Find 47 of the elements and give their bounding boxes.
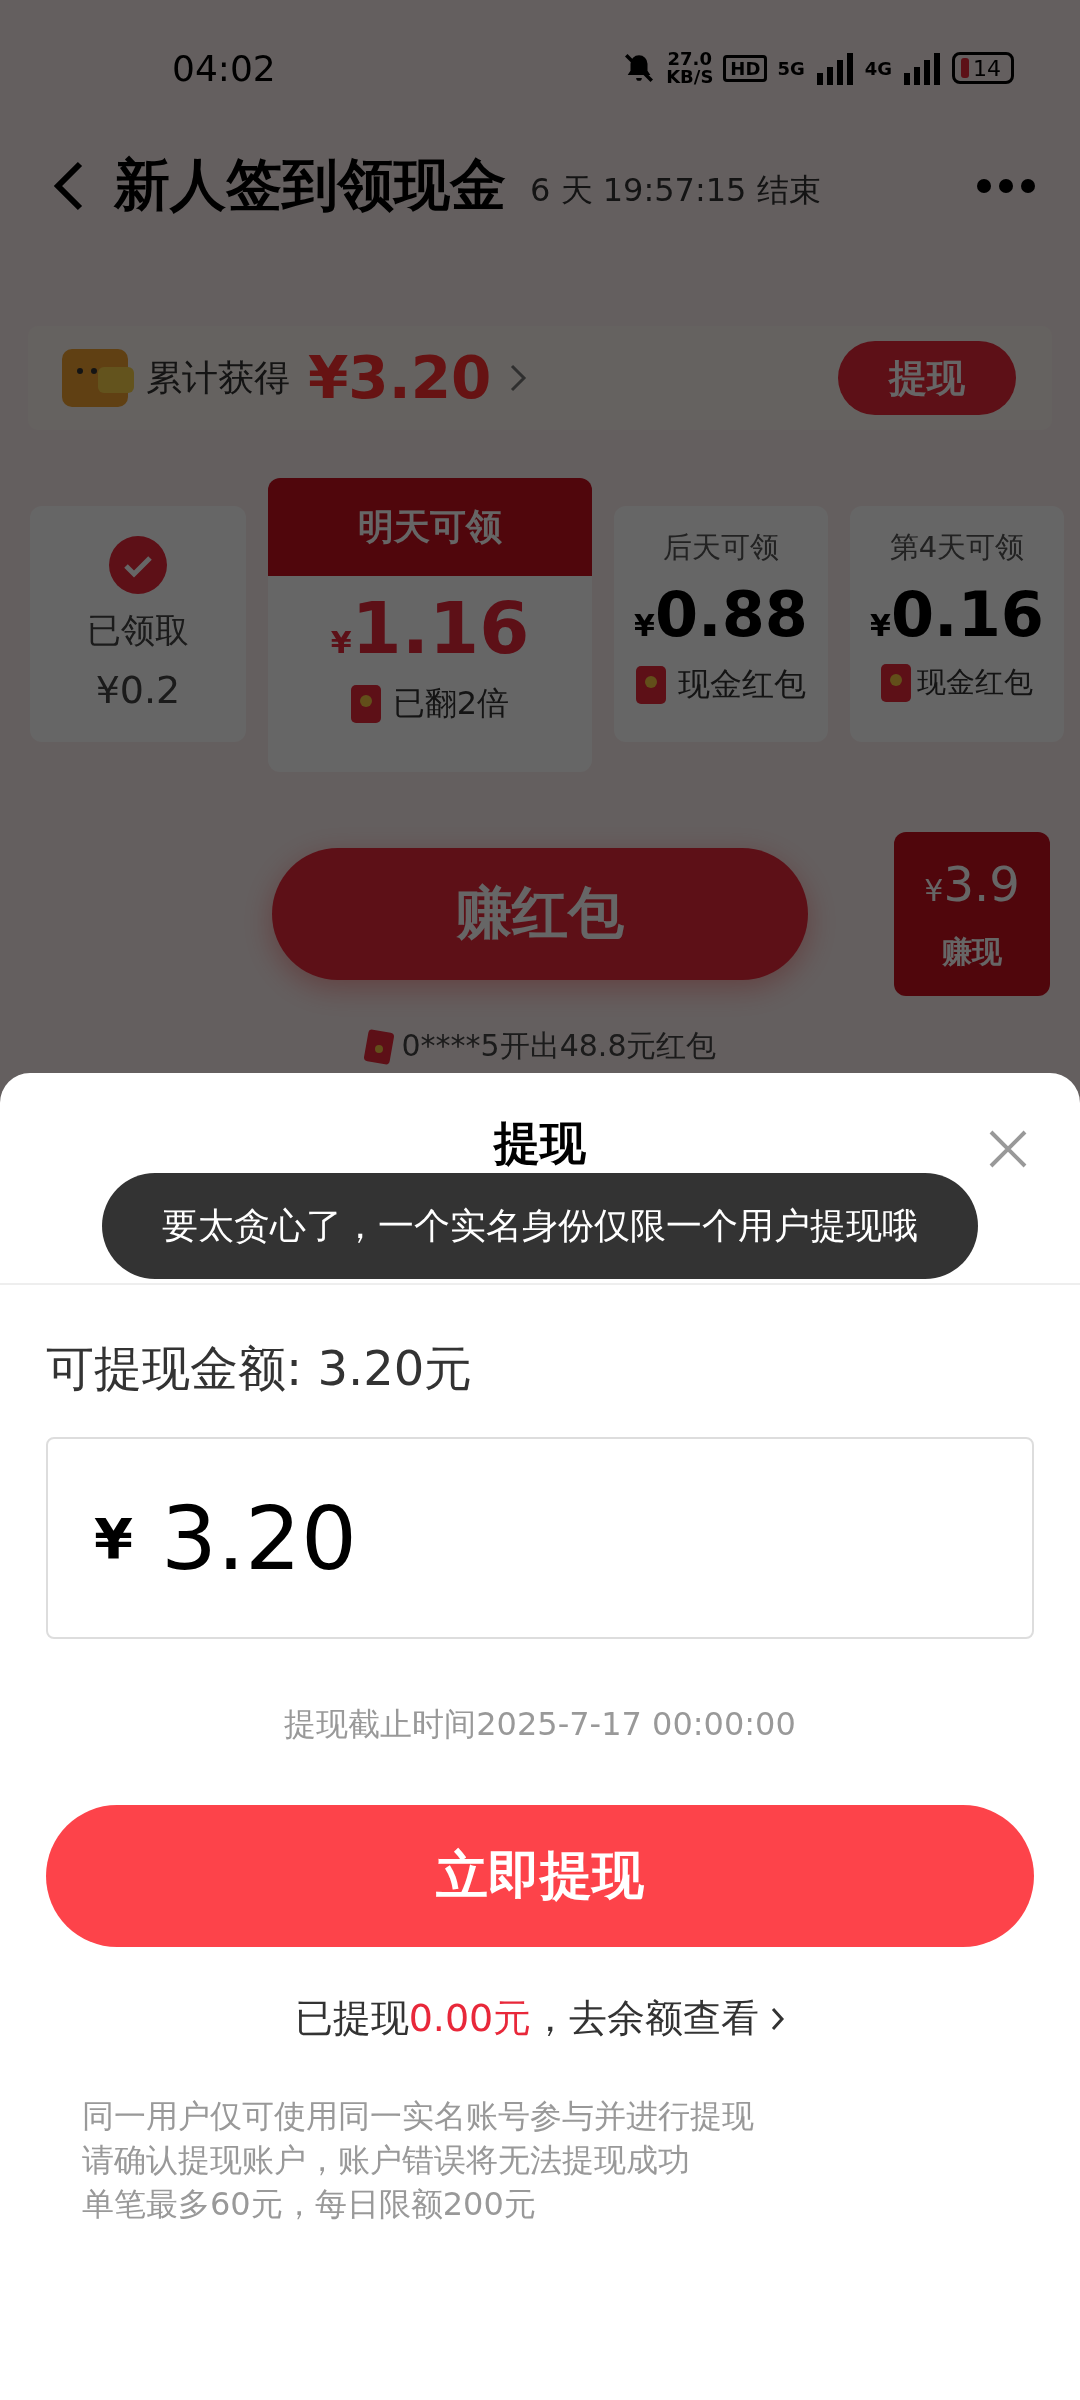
day-amount: ¥1.16 [330,586,530,670]
available-amount: 可提现金额: 3.20元 [46,1339,474,1398]
ticker-text: 0****5开出48.8元红包 [401,1027,717,1065]
envelope-icon [363,1028,394,1065]
day-amount: ¥0.2 [95,668,181,712]
earn-button[interactable]: 赚红包 [272,848,808,980]
rule-note: 请确认提现账户，账户错误将无法提现成功 [82,2140,691,2181]
promo-label: 赚现 [942,932,1002,971]
withdraw-button[interactable]: 提现 [838,341,1016,415]
battery-indicator: 14 [952,52,1014,84]
day-label: 后天可领 [663,529,779,566]
promo-card[interactable]: ¥3.9 赚现 [894,832,1050,996]
day-amount: ¥0.16 [870,578,1044,651]
toast-message: 要太贪心了，一个实名身份仅限一个用户提现哦 [102,1173,978,1279]
day-label: 第4天可领 [889,529,1025,566]
earnings-label: 累计获得 [146,355,290,400]
hd-badge: HD [723,54,768,82]
day-note: 现金红包 [678,664,806,705]
day-note: 现金红包 [917,664,1033,701]
page-title: 新人签到领现金 [114,151,506,219]
check-icon [109,536,167,594]
rule-note: 单笔最多60元，每日限额200元 [82,2184,537,2225]
network-type: 5G [777,57,805,79]
day-amount: ¥0.88 [634,578,808,651]
sheet-title: 提现 [494,1115,586,1169]
day-note: 已翻2倍 [392,683,510,724]
earnings-amount: ¥3.20 [308,344,492,412]
countdown-text: 6 天 19:57:15 结束 [530,170,821,211]
day-label: 已领取 [87,609,189,652]
amount-field[interactable]: ¥ 3.20 [46,1437,1034,1639]
envelope-icon [881,664,911,702]
promo-amount: ¥3.9 [924,855,1020,912]
rule-note: 同一用户仅可使用同一实名账号参与并进行提现 [82,2096,755,2137]
withdraw-now-button[interactable]: 立即提现 [46,1805,1034,1947]
chevron-right-icon[interactable] [771,2005,786,2032]
deadline-text: 提现截止时间2025-7-17 00:00:00 [283,1704,797,1745]
envelope-icon [636,666,666,704]
status-time: 04:02 [172,47,276,89]
day-label: 明天可领 [268,478,592,576]
network-speed: 27.0 KB/S [666,50,714,86]
envelope-icon [350,685,381,723]
signal-icon [814,51,855,85]
close-icon[interactable] [988,1129,1028,1169]
more-icon[interactable] [976,178,1036,194]
network-type: 4G [864,57,892,79]
signal-icon [902,51,942,85]
withdrawn-text[interactable]: 已提现0.00元，去余额查看 [294,1993,760,2044]
